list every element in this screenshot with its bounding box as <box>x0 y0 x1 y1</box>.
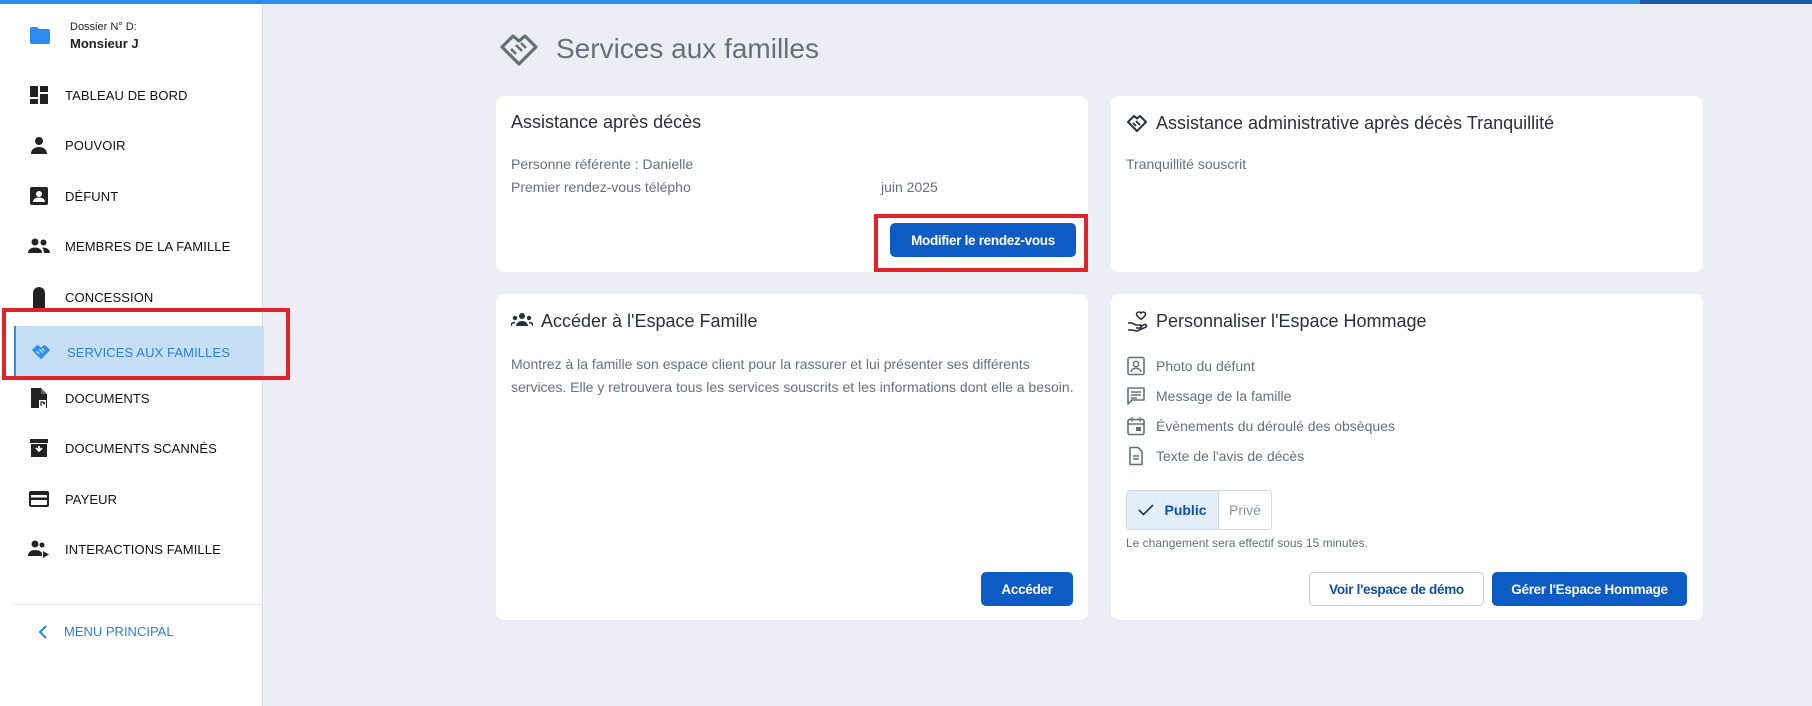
highlight-button-annotation <box>874 214 1088 272</box>
card-assistance-administrative: Assistance administrative après décès Tr… <box>1111 96 1703 272</box>
menu-principal-label: MENU PRINCIPAL <box>64 624 174 639</box>
top-progress-bar-end <box>1640 0 1812 4</box>
message-icon <box>1126 386 1146 406</box>
card-title: Assistance après décès <box>511 112 701 133</box>
espace-famille-description: Montrez à la famille son espace client p… <box>511 356 1074 395</box>
sidebar-item-membres-famille[interactable]: MEMBRES DE LA FAMILLE <box>14 225 264 267</box>
card-title-text: Assistance administrative après décès Tr… <box>1156 112 1555 133</box>
card-title: Accéder à l'Espace Famille <box>511 310 758 332</box>
feature-message: Message de la famille <box>1126 386 1291 406</box>
toggle-prive-label: Privé <box>1229 502 1261 518</box>
sidebar-item-label: PAYEUR <box>65 491 118 507</box>
sidebar-item-label: POUVOIR <box>65 137 126 153</box>
folder-number: Dossier N° D: <box>70 21 137 33</box>
top-progress-bar <box>0 0 1812 4</box>
sidebar-item-tableau-de-bord[interactable]: TABLEAU DE BORD <box>14 74 264 116</box>
toggle-prive[interactable]: Privé <box>1219 491 1271 529</box>
sidebar-item-label: DOCUMENTS <box>65 390 150 406</box>
handshake-icon <box>500 34 538 66</box>
toggle-public-label: Public <box>1164 502 1207 518</box>
dashboard-icon <box>28 84 50 106</box>
feature-label: Message de la famille <box>1156 388 1292 404</box>
person-icon <box>28 134 50 156</box>
acceder-button[interactable]: Accéder <box>981 572 1073 606</box>
folder-icon <box>30 27 50 44</box>
sidebar-item-payeur[interactable]: PAYEUR <box>14 478 264 520</box>
handshake-icon <box>1126 112 1148 134</box>
visibility-toggle: Public Privé <box>1126 490 1272 530</box>
card-espace-famille: Accéder à l'Espace Famille Montrez à la … <box>496 294 1088 620</box>
sidebar-item-interactions-famille[interactable]: INTERACTIONS FAMILLE <box>14 528 264 570</box>
people-icon <box>28 235 50 257</box>
card-title-text: Accéder à l'Espace Famille <box>541 310 758 331</box>
appointment-text-prefix: Premier rendez-vous télépho <box>511 179 691 195</box>
sidebar-item-label: INTERACTIONS FAMILLE <box>65 541 221 557</box>
sidebar-item-documents[interactable]: DOCUMENTS <box>14 377 264 419</box>
page-header: Services aux familles <box>498 28 819 70</box>
card-espace-hommage: Personnaliser l'Espace Hommage Photo du … <box>1111 294 1703 620</box>
subscription-status: Tranquillité souscrit <box>1126 156 1247 172</box>
menu-principal-link[interactable]: MENU PRINCIPAL <box>38 624 174 639</box>
sidebar-item-label: TABLEAU DE BORD <box>65 87 188 103</box>
page-title: Services aux familles <box>556 33 819 64</box>
document-icon <box>28 387 50 409</box>
portrait-icon <box>1126 356 1146 376</box>
archive-icon <box>28 437 50 459</box>
file-text-icon <box>1126 446 1146 466</box>
contact-card-icon <box>28 185 50 207</box>
feature-label: Texte de l'avis de décès <box>1156 448 1305 464</box>
sidebar-item-defunt[interactable]: DÉFUNT <box>14 175 264 217</box>
family-interaction-icon <box>28 538 50 560</box>
calendar-icon <box>1126 416 1146 436</box>
gerer-espace-hommage-button[interactable]: Gérer l'Espace Hommage <box>1492 572 1687 606</box>
referent-text: Personne référente : Danielle <box>511 156 694 172</box>
voir-espace-demo-button[interactable]: Voir l'espace de démo <box>1309 572 1484 606</box>
sidebar-item-label: DOCUMENTS SCANNÉS <box>65 440 217 456</box>
sidebar-item-documents-scannes[interactable]: DOCUMENTS SCANNÉS <box>14 427 264 469</box>
folder-header[interactable]: Dossier N° D: Monsieur J <box>28 20 139 52</box>
credit-card-icon <box>28 488 50 510</box>
feature-label: Photo du défunt <box>1156 358 1255 374</box>
group-icon <box>511 310 533 332</box>
hand-heart-icon <box>1126 310 1148 332</box>
sidebar-item-pouvoir[interactable]: POUVOIR <box>14 124 264 166</box>
feature-photo: Photo du défunt <box>1126 356 1255 376</box>
sidebar-item-label: DÉFUNT <box>65 188 119 204</box>
highlight-sidebar-annotation <box>2 308 290 380</box>
feature-evenements: Évènements du déroulé des obsèques <box>1126 416 1395 436</box>
sidebar-item-label: CONCESSION <box>65 289 154 305</box>
check-icon <box>1138 504 1155 516</box>
chevron-left-icon <box>38 624 47 639</box>
card-title-text: Personnaliser l'Espace Hommage <box>1156 310 1427 331</box>
sidebar-divider <box>14 604 263 605</box>
toggle-public[interactable]: Public <box>1127 491 1219 529</box>
folder-name: Monsieur J <box>70 36 139 51</box>
card-title-text: Assistance après décès <box>511 112 702 132</box>
change-delay-note: Le changement sera effectif sous 15 minu… <box>1126 536 1368 550</box>
feature-avis-deces: Texte de l'avis de décès <box>1126 446 1304 466</box>
feature-label: Évènements du déroulé des obsèques <box>1156 418 1395 434</box>
sidebar-item-label: MEMBRES DE LA FAMILLE <box>65 238 231 254</box>
appointment-text-suffix: juin 2025 <box>881 179 938 195</box>
tombstone-icon <box>28 286 50 308</box>
card-title: Personnaliser l'Espace Hommage <box>1126 310 1427 332</box>
card-title: Assistance administrative après décès Tr… <box>1126 112 1554 134</box>
